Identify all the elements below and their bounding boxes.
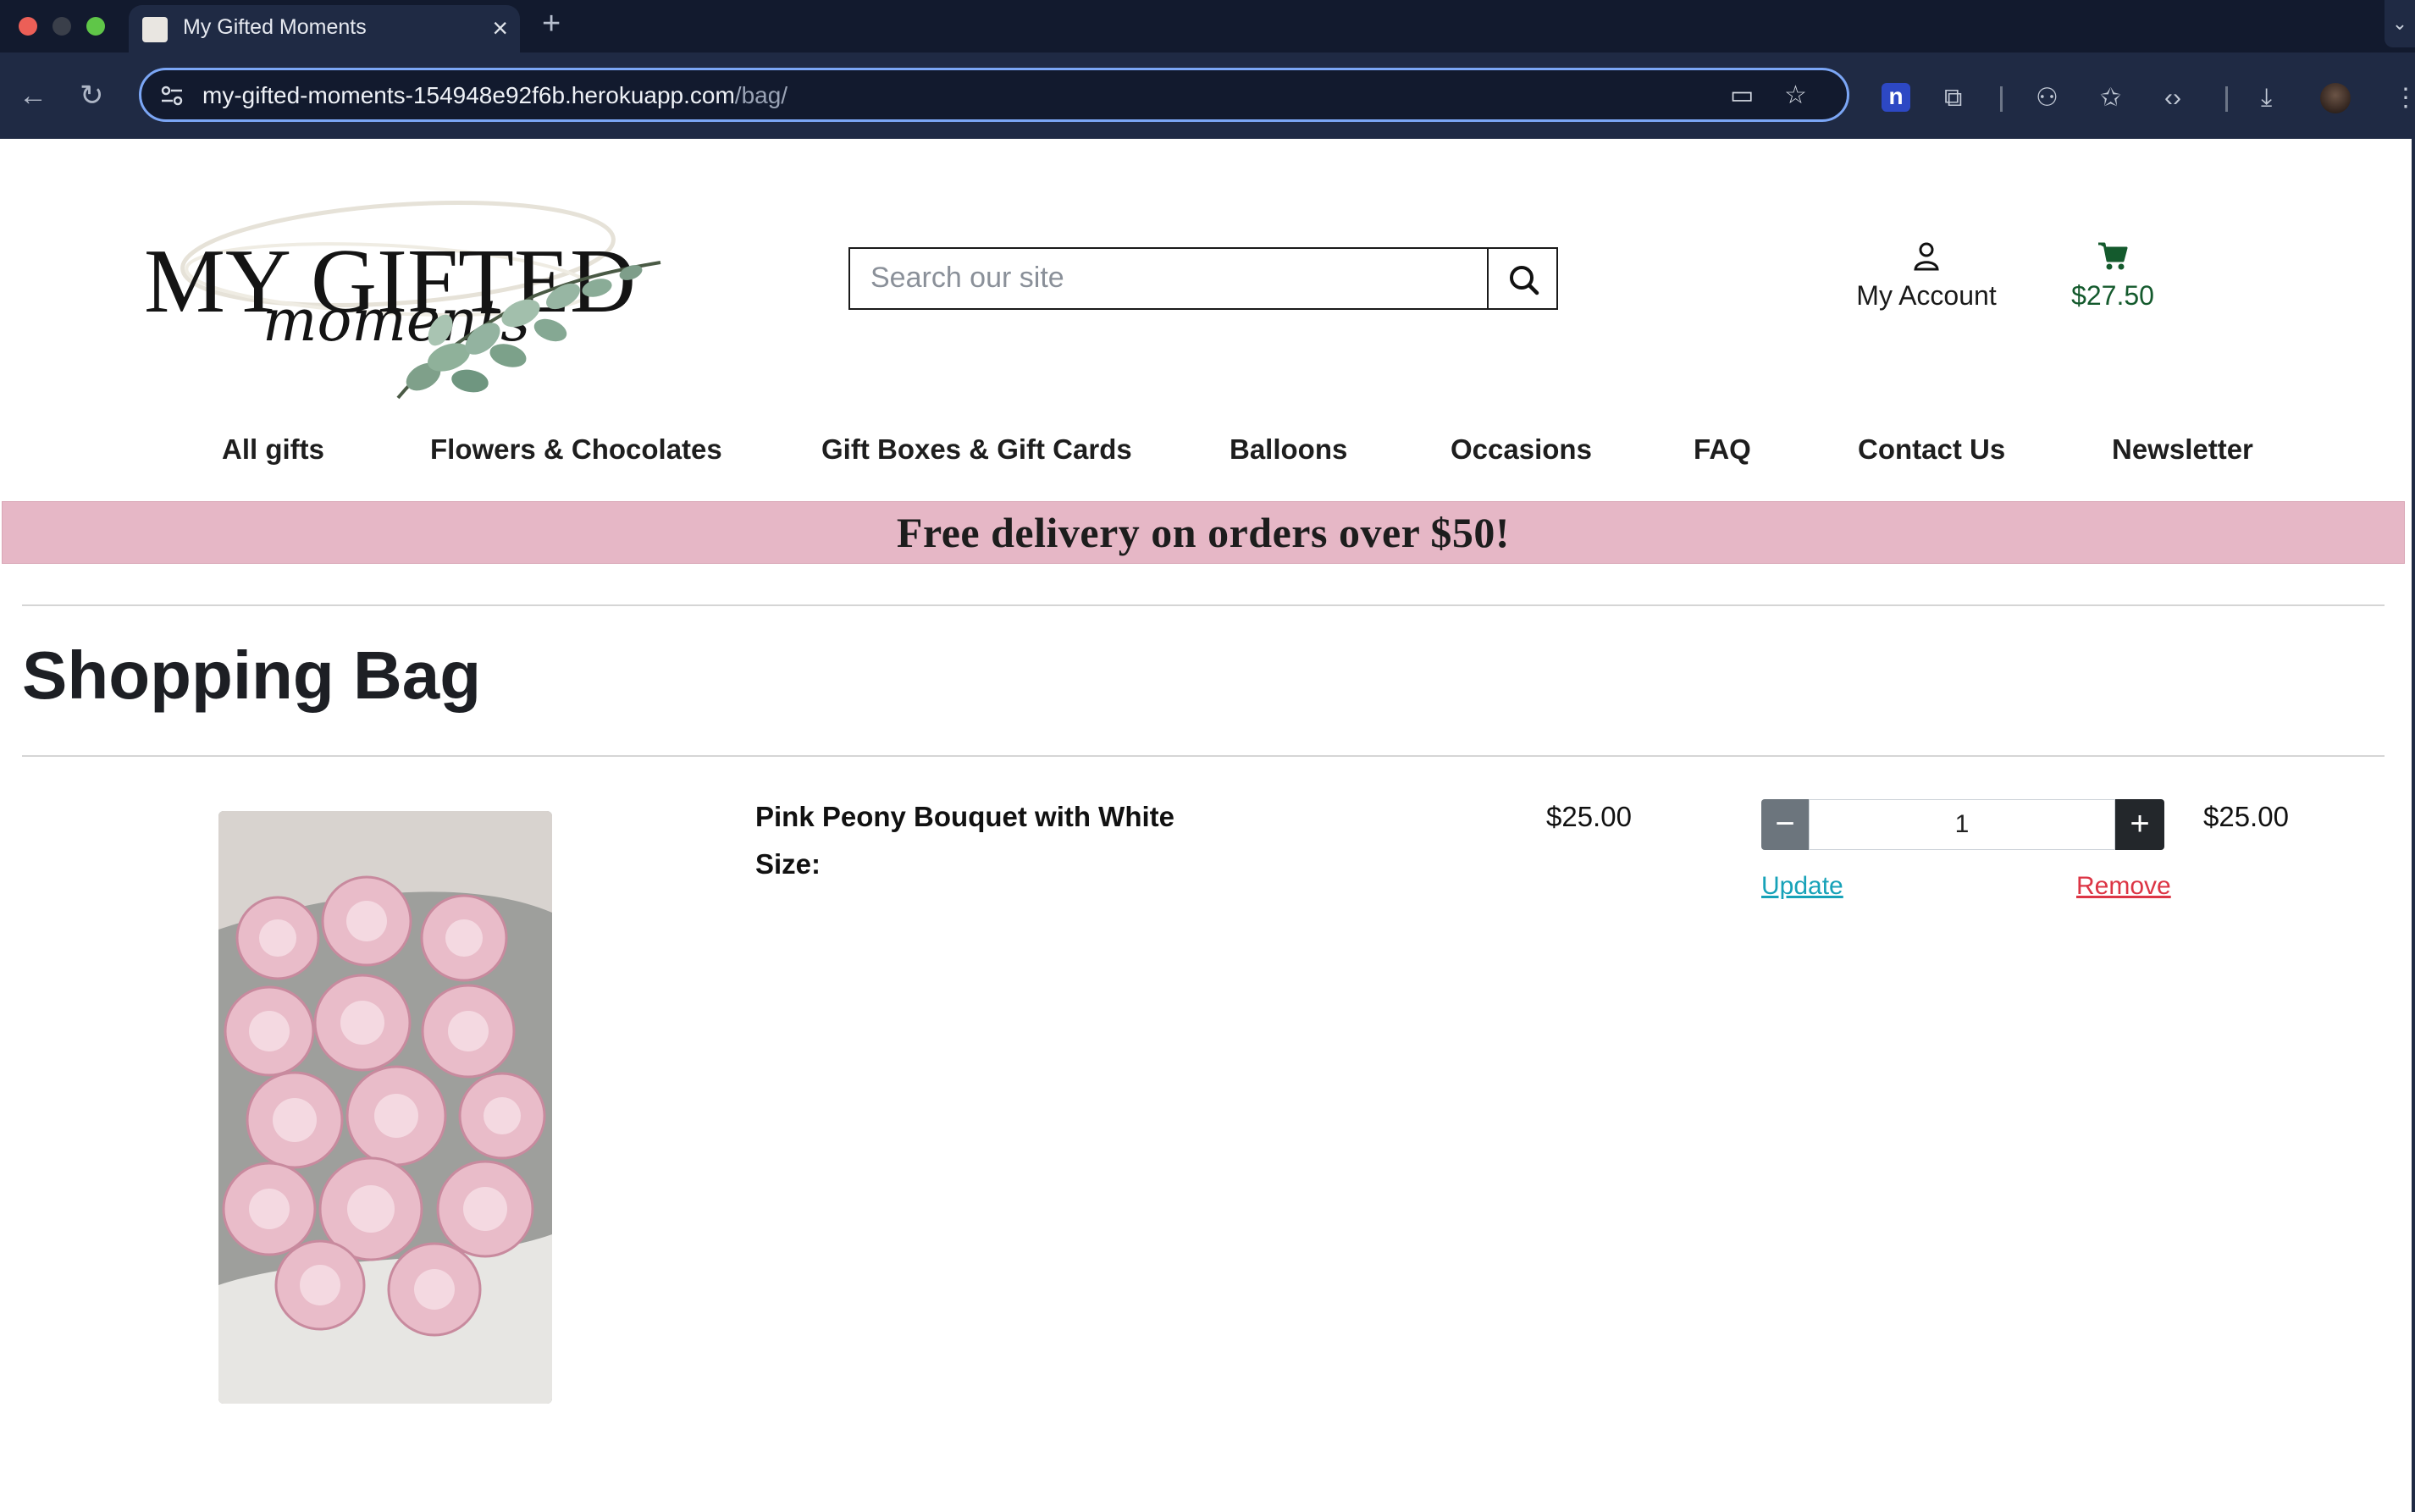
close-window-button[interactable] <box>19 17 37 36</box>
url-text[interactable]: my-gifted-moments-154948e92f6b.herokuapp… <box>202 82 788 109</box>
nav-all-gifts[interactable]: All gifts <box>222 433 324 466</box>
new-tab-icon[interactable]: + <box>542 5 561 42</box>
reload-icon[interactable]: ↻ <box>80 80 104 112</box>
browser-tab-bar: My Gifted Moments × + ⌄ <box>0 0 2415 52</box>
extensions-puzzle-icon[interactable]: ⧉ <box>1944 85 1962 112</box>
favicon-icon <box>142 17 168 42</box>
nav-flowers-chocolates[interactable]: Flowers & Chocolates <box>430 433 722 466</box>
address-bar[interactable]: my-gifted-moments-154948e92f6b.herokuapp… <box>139 68 1849 122</box>
update-link[interactable]: Update <box>1761 872 1843 901</box>
my-account-label: My Account <box>1856 280 1997 311</box>
incognito-icon[interactable]: ⚇ <box>2036 85 2059 112</box>
product-image[interactable] <box>218 811 552 1404</box>
increment-quantity-button[interactable]: + <box>2115 799 2164 850</box>
promo-text: Free delivery on orders over $50! <box>896 509 1511 556</box>
product-price: $25.00 <box>1546 801 1632 832</box>
user-icon <box>1914 242 1939 271</box>
nav-occasions[interactable]: Occasions <box>1451 433 1592 466</box>
product-name[interactable]: Pink Peony Bouquet with White <box>755 801 1174 833</box>
nav-gift-boxes-gift-cards[interactable]: Gift Boxes & Gift Cards <box>821 433 1132 466</box>
search-button[interactable] <box>1487 247 1558 310</box>
close-tab-icon[interactable]: × <box>492 12 508 44</box>
browser-toolbar: ← ↻ my-gifted-moments-154948e92f6b.herok… <box>0 52 2415 139</box>
remove-link[interactable]: Remove <box>2076 872 2171 901</box>
site-logo[interactable]: MY GIFTED moments <box>135 161 677 415</box>
nav-contact-us[interactable]: Contact Us <box>1858 433 2005 466</box>
minimize-window-button[interactable] <box>52 17 71 36</box>
toolbar-separator <box>2225 86 2228 112</box>
nav-newsletter[interactable]: Newsletter <box>2112 433 2253 466</box>
extension-n-icon[interactable]: n <box>1882 83 1910 112</box>
devtools-code-icon[interactable]: ‹› <box>2164 85 2181 112</box>
bag-total: $27.50 <box>2071 280 2154 311</box>
browser-tab-active[interactable]: My Gifted Moments × <box>129 5 520 52</box>
promo-banner: Free delivery on orders over $50! <box>2 501 2405 564</box>
maximize-window-button[interactable] <box>86 17 105 36</box>
download-icon[interactable]: ⤓ <box>2261 85 2272 112</box>
nav-balloons[interactable]: Balloons <box>1230 433 1347 466</box>
quantity-input[interactable]: 1 <box>1809 799 2115 850</box>
tab-title: My Gifted Moments <box>183 15 367 39</box>
shopping-cart-icon <box>2098 242 2128 270</box>
search-icon <box>1510 266 1539 295</box>
card-icon[interactable]: ▭ <box>1730 82 1754 109</box>
shopping-bag-link[interactable]: $27.50 <box>2058 239 2168 312</box>
back-arrow-icon[interactable]: ← <box>19 80 47 112</box>
search-form <box>848 247 1489 310</box>
more-menu-icon[interactable]: ⋮ <box>2393 85 2415 112</box>
divider <box>22 755 2385 757</box>
toolbar-separator <box>2000 86 2003 112</box>
search-input[interactable] <box>850 249 1484 306</box>
bookmark-star-icon[interactable]: ☆ <box>1784 82 1807 109</box>
my-account-link[interactable]: My Account <box>1846 239 2007 312</box>
url-path: /bag/ <box>734 82 788 108</box>
product-size-label: Size: <box>755 848 821 880</box>
site-settings-icon[interactable] <box>158 82 185 109</box>
divider <box>22 604 2385 606</box>
url-host: my-gifted-moments-154948e92f6b.herokuapp… <box>202 82 735 108</box>
profile-avatar[interactable] <box>2320 83 2351 113</box>
favorites-star-icon[interactable]: ✩ <box>2100 85 2121 112</box>
tab-search-chevron-icon[interactable]: ⌄ <box>2385 0 2415 47</box>
main-navigation: All gifts Flowers & Chocolates Gift Boxe… <box>0 433 2415 476</box>
nav-faq[interactable]: FAQ <box>1694 433 1751 466</box>
line-subtotal: $25.00 <box>2203 801 2289 832</box>
page-title: Shopping Bag <box>22 637 482 713</box>
decrement-quantity-button[interactable]: − <box>1761 799 1809 850</box>
